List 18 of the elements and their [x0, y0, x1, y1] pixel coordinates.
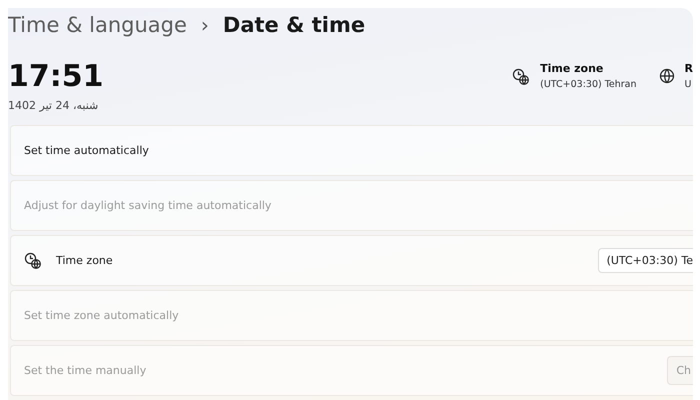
setting-label: Set time zone automatically	[24, 309, 180, 322]
info-value: (UTC+03:30) Tehran	[540, 79, 637, 90]
breadcrumb-parent[interactable]: Time & language	[8, 13, 187, 37]
clock-date: شنبه، 24 تیر 1402	[8, 99, 98, 112]
clock-time: 17:51	[8, 60, 104, 94]
time-zone-dropdown[interactable]: (UTC+03:30) Te	[598, 248, 693, 273]
info-title: R	[684, 62, 693, 75]
setting-label: Set time automatically	[24, 144, 150, 157]
clock-globe-icon	[24, 252, 42, 270]
clock-globe-icon	[512, 68, 530, 86]
globe-icon	[658, 68, 675, 84]
info-title: Time zone	[540, 62, 604, 75]
breadcrumb-separator: ›	[200, 13, 209, 37]
setting-label: Set the time manually	[24, 364, 148, 377]
info-value: U	[684, 79, 692, 90]
setting-label: Time zone	[56, 254, 114, 267]
setting-label: Adjust for daylight saving time automatically	[24, 199, 272, 212]
page-title: Date & time	[222, 13, 366, 37]
